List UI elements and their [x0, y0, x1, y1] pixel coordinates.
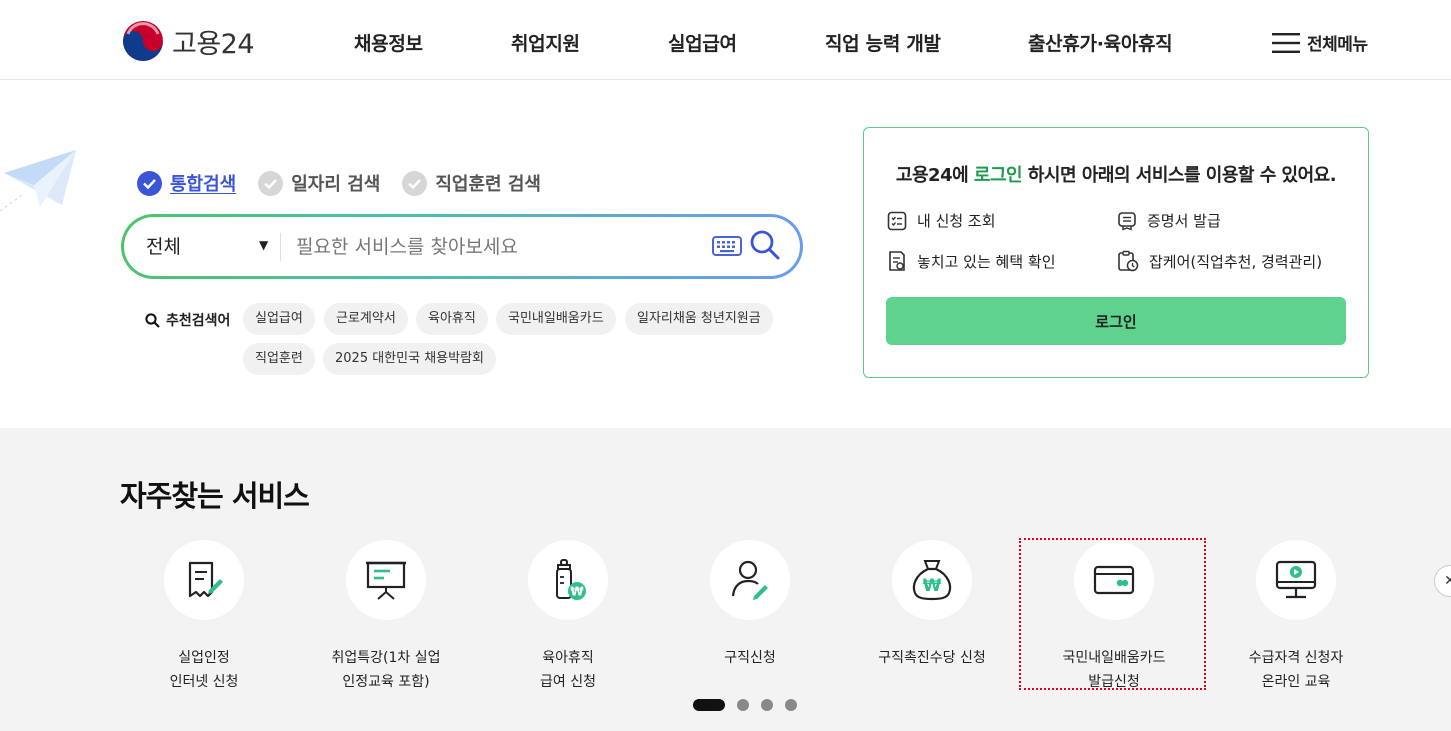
recommended-keywords-label: 추천검색어 — [145, 310, 230, 330]
divider — [280, 233, 281, 261]
carousel-next-button[interactable]: ✕ — [1434, 565, 1451, 597]
nav-item-employment-support[interactable]: 취업지원 — [511, 29, 580, 56]
list-check-icon — [887, 211, 907, 230]
taegeuk-logo-icon — [123, 21, 163, 61]
search-input[interactable] — [296, 227, 706, 267]
keyword-chip[interactable]: 2025 대한민국 채용박람회 — [323, 343, 496, 375]
presentation-board-icon — [366, 561, 406, 600]
logo-text: 고용24 — [172, 28, 255, 60]
frequent-services-section: 자주찾는 서비스 실업인정 인터넷 신청 취업특강(1차 실업 인정교육 포함)… — [0, 428, 1451, 731]
service-card-parental-leave-benefit[interactable]: ₩ 육아휴직 급여 신청 — [477, 540, 659, 694]
check-circle-icon — [258, 170, 284, 196]
search-scope-select[interactable]: 전체 — [146, 232, 181, 259]
nav-item-unemployment-benefit[interactable]: 실업급여 — [668, 29, 737, 56]
service-card-label: 실업인정 인터넷 신청 — [169, 650, 239, 690]
money-bag-won-icon: ₩ — [912, 560, 952, 601]
tab-label: 일자리 검색 — [291, 174, 381, 195]
all-menu-label: 전체메뉴 — [1307, 35, 1368, 55]
carousel-pagination — [693, 699, 809, 711]
service-missed-benefits[interactable]: 놓치고 있는 혜택 확인 — [887, 250, 1056, 272]
baby-bottle-won-icon: ₩ — [556, 559, 586, 600]
tab-training-search[interactable]: 직업훈련 검색 — [402, 170, 541, 196]
service-card-label: 구직신청 — [724, 650, 776, 666]
caret-down-icon[interactable]: ▼ — [259, 238, 268, 252]
clipboard-clock-icon — [1118, 250, 1139, 272]
login-message: 고용24에 로그인 하시면 아래의 서비스를 이용할 수 있어요. — [895, 165, 1337, 186]
search-icon[interactable] — [749, 229, 781, 261]
nav-item-parental-leave[interactable]: 출산휴가·육아휴직 — [1028, 29, 1173, 56]
service-card-label: 구직촉진수당 신청 — [878, 650, 986, 666]
person-pen-icon — [731, 560, 768, 600]
keyword-chip[interactable]: 실업급여 — [243, 303, 315, 335]
highlight-outline — [1019, 538, 1206, 690]
service-job-care[interactable]: 잡케어(직업추천, 경력관리) — [1117, 250, 1322, 272]
service-card-job-promotion-allowance[interactable]: ₩ 구직촉진수당 신청 — [841, 540, 1023, 670]
pagination-dot[interactable] — [693, 699, 725, 711]
service-my-applications[interactable]: 내 신청 조회 — [887, 210, 996, 231]
keyword-chip[interactable]: 직업훈련 — [243, 343, 315, 375]
all-menu-button[interactable]: 전체메뉴 — [1272, 30, 1368, 55]
certificate-icon — [1118, 211, 1136, 231]
search-icon — [145, 312, 160, 328]
service-card-label: 취업특강(1차 실업 인정교육 포함) — [331, 650, 441, 690]
benefit-doc-icon — [889, 251, 905, 271]
check-circle-icon — [137, 170, 162, 196]
service-card-unemployment-recognition[interactable]: 실업인정 인터넷 신청 — [113, 540, 295, 694]
search-tabs: 통합검색 일자리 검색 직업훈련 검색 — [137, 170, 563, 196]
pagination-dot[interactable] — [737, 699, 749, 711]
service-card-job-application[interactable]: 구직신청 — [659, 540, 841, 670]
hamburger-icon — [1272, 32, 1300, 53]
site-header: 고용24 채용정보 취업지원 실업급여 직업 능력 개발 출산휴가·육아휴직 전… — [0, 0, 1451, 80]
keyword-chip[interactable]: 육아휴직 — [416, 303, 488, 335]
nav-item-recruit[interactable]: 채용정보 — [354, 29, 423, 56]
close-icon: ✕ — [1444, 573, 1451, 589]
keyword-chip[interactable]: 국민내일배움카드 — [496, 303, 616, 335]
keyboard-icon[interactable] — [712, 235, 742, 257]
service-card-label: 수급자격 신청자 온라인 교육 — [1248, 650, 1344, 690]
section-title: 자주찾는 서비스 — [120, 479, 310, 513]
keyword-chip[interactable]: 근로계약서 — [324, 303, 408, 335]
svg-text:₩: ₩ — [570, 585, 584, 599]
service-card-online-education[interactable]: 수급자격 신청자 온라인 교육 — [1205, 540, 1387, 694]
login-button[interactable]: 로그인 — [886, 297, 1346, 345]
paper-plane-illustration — [0, 150, 76, 212]
tab-job-search[interactable]: 일자리 검색 — [258, 170, 380, 196]
service-card-employment-lecture[interactable]: 취업특강(1차 실업 인정교육 포함) — [295, 540, 477, 694]
login-panel: 고용24에 로그인 하시면 아래의 서비스를 이용할 수 있어요. 내 신청 조… — [863, 127, 1369, 378]
pagination-dot[interactable] — [761, 699, 773, 711]
tab-integrated-search[interactable]: 통합검색 — [137, 170, 236, 196]
service-certificate[interactable]: 증명서 발급 — [1117, 210, 1221, 231]
tab-label: 통합검색 — [170, 174, 237, 195]
pagination-dot[interactable] — [785, 699, 797, 711]
search-bar: 전체 ▼ — [121, 214, 803, 279]
check-circle-icon — [402, 170, 428, 196]
site-logo[interactable]: 고용24 — [122, 20, 255, 62]
nav-item-skill-development[interactable]: 직업 능력 개발 — [825, 29, 941, 56]
keyword-chip[interactable]: 일자리채움 청년지원금 — [625, 303, 773, 335]
svg-text:₩: ₩ — [923, 576, 942, 596]
service-card-label: 육아휴직 급여 신청 — [540, 650, 596, 690]
document-pen-icon — [188, 561, 223, 598]
monitor-play-icon — [1275, 560, 1317, 599]
tab-label: 직업훈련 검색 — [435, 174, 541, 195]
